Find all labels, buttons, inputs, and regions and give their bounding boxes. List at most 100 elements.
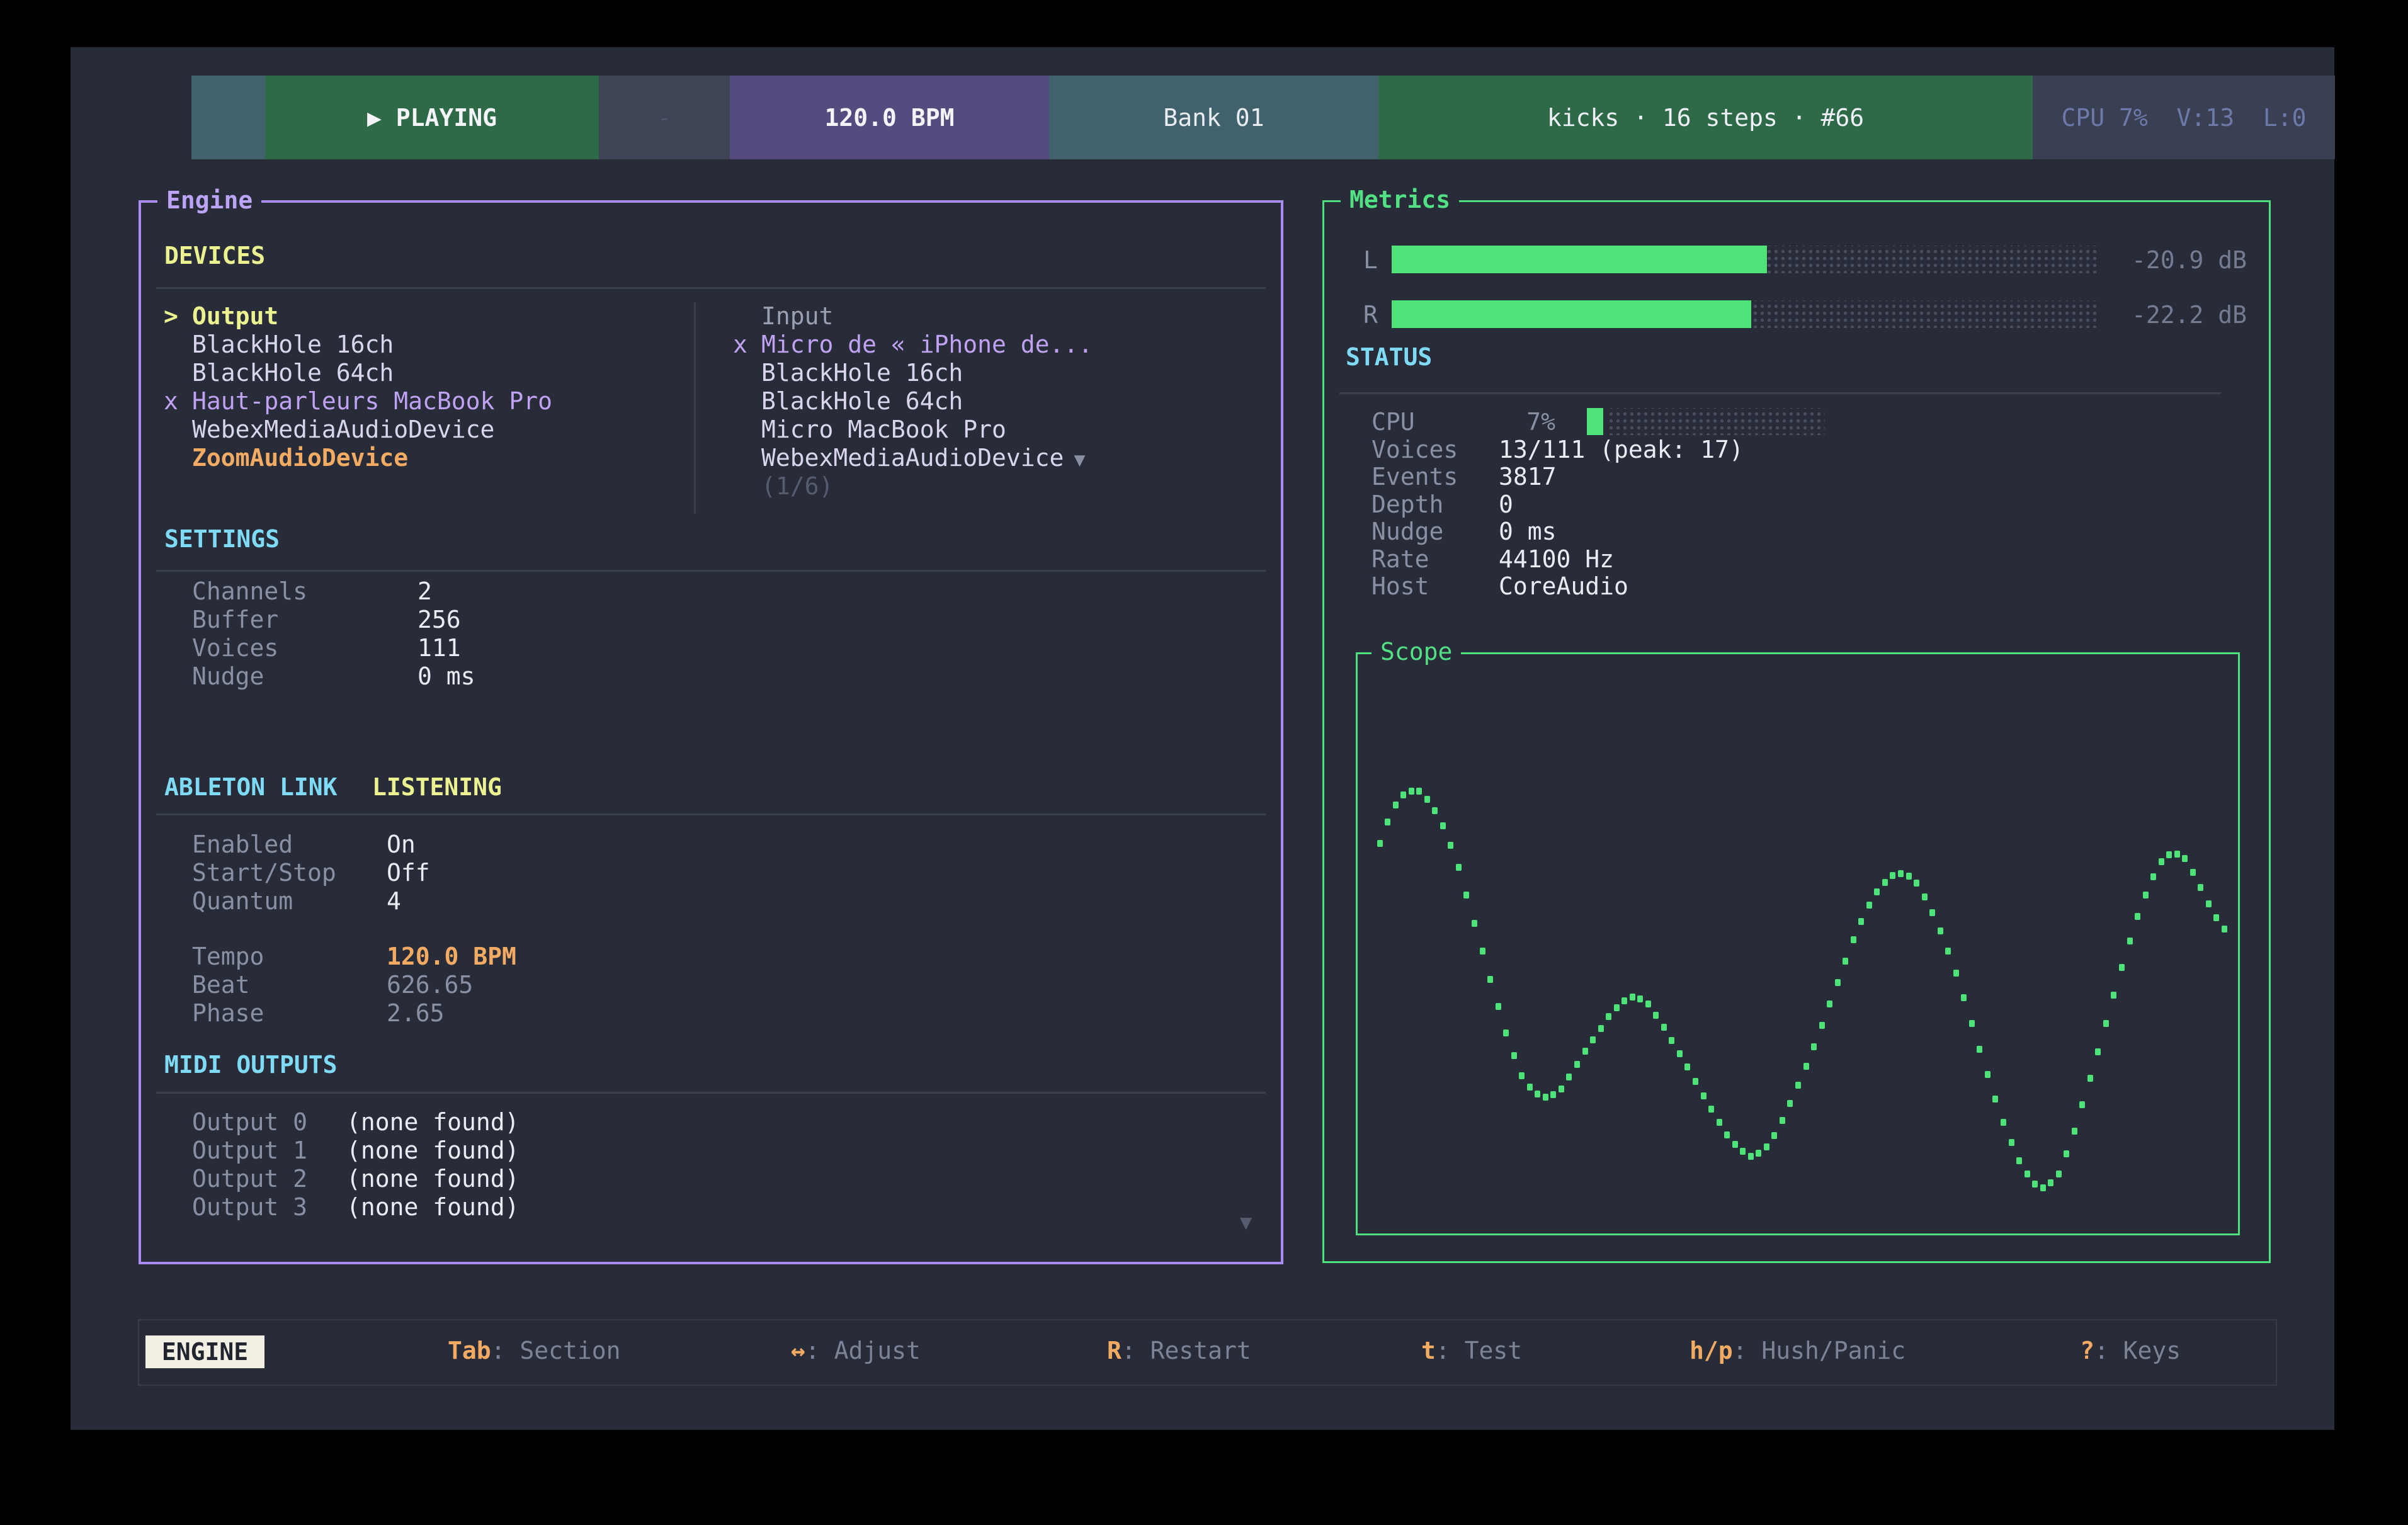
- device-item-micro-macbook-pro[interactable]: Micro MacBook Pro: [761, 416, 1006, 443]
- divider: [1339, 392, 2221, 394]
- scope-dot: [1748, 1153, 1754, 1160]
- device-item-haut-parleurs-macbook-pro[interactable]: Haut-parleurs MacBook Pro: [192, 387, 552, 415]
- mode-tab-engine[interactable]: ENGINE: [145, 1335, 264, 1368]
- scope-dot: [2119, 964, 2125, 971]
- midi-value-output-3: (none found): [346, 1193, 520, 1221]
- scope-dot: [2040, 1184, 2046, 1191]
- device-item-input[interactable]: Input: [761, 302, 833, 330]
- link-value-quantum[interactable]: 4: [387, 887, 401, 915]
- device-item-blackhole-64ch[interactable]: BlackHole 64ch: [192, 359, 394, 387]
- scope-dot: [1559, 1086, 1564, 1092]
- topbar-segment-gap: -: [599, 76, 730, 159]
- topbar-segment-bank[interactable]: Bank 01: [1049, 76, 1378, 159]
- scope-dot: [1708, 1106, 1714, 1113]
- hint-keys[interactable]: ?: Keys: [2080, 1337, 2181, 1364]
- scope-dot: [2135, 913, 2140, 920]
- meter-fill-l: [1392, 246, 1767, 273]
- scope-dot: [1906, 873, 1912, 880]
- setting-value-nudge[interactable]: 0 ms: [417, 662, 475, 690]
- scope-dot: [1914, 880, 1919, 887]
- topbar-segment-transport[interactable]: ▶ PLAYING: [265, 76, 599, 159]
- scope-dot: [1385, 819, 1390, 825]
- midi-label-output-0: Output 0: [192, 1108, 307, 1136]
- scope-dot: [1795, 1082, 1801, 1089]
- app-window: ▶ PLAYING-120.0 BPMBank 01kicks · 16 ste…: [71, 47, 2334, 1430]
- hint-r-restart[interactable]: R: Restart: [1107, 1337, 1251, 1364]
- status-value-depth: 0: [1499, 490, 1513, 518]
- device-item-webexmediaaudiodevice[interactable]: WebexMediaAudioDevice▼: [761, 444, 1086, 472]
- scope-dot: [1969, 1020, 1975, 1027]
- excluded-marker-icon: x: [733, 331, 747, 358]
- link-label-tempo: Tempo: [192, 943, 264, 970]
- metrics-panel: Metrics L-20.9 dBR-22.2 dB STATUS CPU7%V…: [1322, 200, 2271, 1263]
- scope-dot: [2182, 855, 2188, 862]
- device-item-zoomaudiodevice[interactable]: ZoomAudioDevice: [192, 444, 408, 472]
- engine-panel-title: Engine: [157, 186, 261, 214]
- scope-dot: [1890, 872, 1895, 879]
- scope-dot: [1487, 976, 1493, 983]
- scope-dot: [1409, 788, 1414, 795]
- topbar-segment-bpm[interactable]: 120.0 BPM: [730, 76, 1049, 159]
- transport-bar: ▶ PLAYING-120.0 BPMBank 01kicks · 16 ste…: [131, 76, 2285, 159]
- scope-dot: [1503, 1029, 1509, 1036]
- scope-dot: [2095, 1048, 2101, 1055]
- scope-dot: [1780, 1117, 1785, 1124]
- scroll-down-icon[interactable]: ▼: [1240, 1210, 1252, 1234]
- scope-dot: [1511, 1052, 1517, 1059]
- device-item-webexmediaaudiodevice[interactable]: WebexMediaAudioDevice: [192, 416, 494, 443]
- link-value-start-stop[interactable]: Off: [387, 859, 430, 887]
- topbar-segment-pattern[interactable]: kicks · 16 steps · #66: [1378, 76, 2033, 159]
- scope-dot: [1882, 879, 1888, 886]
- scope-dot: [1827, 1001, 1832, 1007]
- scope-dot: [2032, 1181, 2038, 1188]
- scope-dot: [1480, 948, 1485, 955]
- hint-h-p-hush-panic[interactable]: h/p: Hush/Panic: [1690, 1337, 1905, 1364]
- midi-label-output-3: Output 3: [192, 1193, 307, 1221]
- scope-dot: [1843, 958, 1848, 965]
- link-value-beat[interactable]: 626.65: [387, 971, 473, 999]
- hint-t-test[interactable]: t: Test: [1421, 1337, 1522, 1364]
- scope-dot: [2143, 892, 2149, 899]
- status-label-cpu: CPU: [1372, 408, 1415, 436]
- scope-dot: [2150, 873, 2156, 880]
- status-value-events: 3817: [1499, 463, 1557, 490]
- scope-dot: [1614, 1004, 1620, 1011]
- device-item-micro-de-iphone-de[interactable]: Micro de « iPhone de...: [761, 331, 1093, 358]
- status-label-host: Host: [1372, 572, 1429, 600]
- setting-value-buffer[interactable]: 256: [417, 606, 461, 633]
- setting-label-nudge: Nudge: [192, 662, 264, 690]
- scope-dot: [1440, 822, 1446, 829]
- scope-dot: [1550, 1091, 1556, 1098]
- setting-value-channels[interactable]: 2: [417, 577, 432, 605]
- scope-dot: [1992, 1096, 1998, 1103]
- device-item-blackhole-64ch[interactable]: BlackHole 64ch: [761, 387, 963, 415]
- topbar-segment-stats: CPU 7% V:13 L:0: [2033, 76, 2335, 159]
- scope-dot: [1661, 1024, 1667, 1031]
- hint-key-t: t: [1421, 1337, 1436, 1364]
- device-item-output[interactable]: Output: [192, 302, 278, 330]
- status-label-rate: Rate: [1372, 545, 1429, 573]
- link-value-tempo[interactable]: 120.0 BPM: [387, 943, 516, 970]
- device-item-blackhole-16ch[interactable]: BlackHole 16ch: [192, 331, 394, 358]
- scope-dot: [1684, 1063, 1690, 1070]
- setting-label-voices: Voices: [192, 634, 278, 662]
- setting-value-voices[interactable]: 111: [417, 634, 461, 662]
- link-value-enabled[interactable]: On: [387, 831, 416, 858]
- hint-key-tab: Tab: [448, 1337, 491, 1364]
- cpu-mini-meter-fill: [1587, 408, 1603, 435]
- link-value-phase[interactable]: 2.65: [387, 999, 445, 1027]
- scope-dot: [2056, 1171, 2062, 1177]
- midi-label-output-2: Output 2: [192, 1165, 307, 1193]
- device-item-blackhole-16ch[interactable]: BlackHole 16ch: [761, 359, 963, 387]
- scope-dot: [1732, 1141, 1738, 1148]
- hint-tab-section[interactable]: Tab: Section: [448, 1337, 621, 1364]
- midi-value-output-0: (none found): [346, 1108, 520, 1136]
- status-label-depth: Depth: [1372, 490, 1443, 518]
- dropdown-icon[interactable]: ▼: [1074, 449, 1085, 471]
- scope-dot: [1693, 1078, 1698, 1085]
- scope-dot: [1527, 1084, 1533, 1091]
- meter-bar-l: [1392, 246, 2097, 273]
- hint-adjust[interactable]: ↔: Adjust: [791, 1337, 921, 1364]
- link-label-beat: Beat: [192, 971, 250, 999]
- settings-heading: SETTINGS: [164, 525, 280, 553]
